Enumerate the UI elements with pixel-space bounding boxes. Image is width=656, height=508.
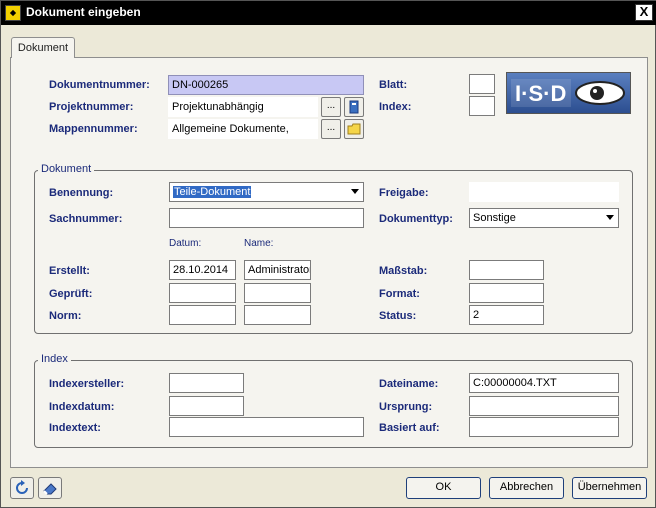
dokumenttyp-label: Dokumenttyp: — [379, 213, 453, 225]
dokumenttyp-dropdown[interactable]: Sonstige — [469, 208, 619, 228]
projektnummer-label: Projektnummer: — [49, 101, 134, 113]
dokumentnummer-label: Dokumentnummer: — [49, 79, 150, 91]
projekt-book-icon[interactable] — [344, 97, 364, 117]
geprueft-name-field[interactable] — [244, 283, 311, 303]
massstab-label: Maßstab: — [379, 265, 428, 277]
ursprung-field[interactable] — [469, 396, 619, 416]
status-field[interactable]: 2 — [469, 305, 544, 325]
basiert-auf-field[interactable] — [469, 417, 619, 437]
tab-dokument[interactable]: Dokument — [11, 37, 75, 58]
app-icon — [5, 5, 21, 21]
benennung-label: Benennung: — [49, 187, 114, 199]
chevron-down-icon[interactable] — [351, 189, 359, 194]
norm-datum-field[interactable] — [169, 305, 236, 325]
freigabe-label: Freigabe: — [379, 187, 429, 199]
indexdatum-label: Indexdatum: — [49, 401, 115, 413]
index-group-title: Index — [38, 353, 71, 365]
datum-header: Datum: — [169, 238, 202, 249]
ursprung-label: Ursprung: — [379, 401, 433, 413]
chevron-down-icon[interactable] — [606, 215, 614, 220]
index-label: Index: — [379, 101, 412, 113]
erstellt-datum-field[interactable]: 28.10.2014 — [169, 260, 236, 280]
mappennummer-label: Mappennummer: — [49, 123, 138, 135]
dokument-group-title: Dokument — [38, 163, 95, 175]
eraser-button[interactable] — [38, 477, 62, 499]
indextext-label: Indextext: — [49, 422, 101, 434]
mappennummer-field[interactable]: Allgemeine Dokumente, — [168, 119, 318, 139]
geprueft-label: Geprüft: — [49, 288, 93, 300]
window-title: Dokument eingeben — [26, 5, 141, 19]
format-label: Format: — [379, 288, 420, 300]
geprueft-datum-field[interactable] — [169, 283, 236, 303]
refresh-button[interactable] — [10, 477, 34, 499]
indexersteller-field[interactable] — [169, 373, 244, 393]
indextext-field[interactable] — [169, 417, 364, 437]
dialog-window: Dokument eingeben X Dokument Dokumentnum… — [0, 0, 656, 508]
norm-name-field[interactable] — [244, 305, 311, 325]
eraser-icon — [43, 483, 57, 495]
title-bar: Dokument eingeben X — [1, 1, 656, 25]
projektnummer-field[interactable]: Projektunabhängig — [168, 97, 318, 117]
refresh-icon — [16, 480, 28, 494]
dateiname-label: Dateiname: — [379, 378, 439, 390]
isd-logo: I·S·D — [506, 72, 631, 114]
massstab-field[interactable] — [469, 260, 544, 280]
logo-text: I·S·D — [515, 81, 566, 106]
dokumentnummer-field[interactable]: DN-000265 — [168, 75, 364, 95]
blatt-label: Blatt: — [379, 79, 408, 91]
erstellt-label: Erstellt: — [49, 265, 90, 277]
ok-button[interactable]: OK — [406, 477, 481, 499]
projektnummer-browse-button[interactable]: ... — [321, 97, 341, 117]
freigabe-field[interactable] — [469, 182, 619, 202]
norm-label: Norm: — [49, 310, 82, 322]
format-field[interactable] — [469, 283, 544, 303]
folder-icon[interactable] — [344, 119, 364, 139]
benennung-dropdown[interactable]: Teile-Dokument — [169, 182, 364, 202]
benennung-selected: Teile-Dokument — [173, 186, 252, 198]
status-label: Status: — [379, 310, 417, 322]
blatt-field[interactable] — [469, 74, 495, 94]
dokumenttyp-selected: Sonstige — [473, 212, 516, 224]
sachnummer-label: Sachnummer: — [49, 213, 123, 225]
sachnummer-field[interactable] — [169, 208, 364, 228]
indexdatum-field[interactable] — [169, 396, 244, 416]
close-button[interactable]: X — [635, 4, 653, 21]
uebernehmen-button[interactable]: Übernehmen — [572, 477, 647, 499]
basiert-auf-label: Basiert auf: — [379, 422, 440, 434]
index-field[interactable] — [469, 96, 495, 116]
dateiname-field[interactable]: C:00000004.TXT — [469, 373, 619, 393]
indexersteller-label: Indexersteller: — [49, 378, 125, 390]
mappennummer-browse-button[interactable]: ... — [321, 119, 341, 139]
abbrechen-button[interactable]: Abbrechen — [489, 477, 564, 499]
name-header: Name: — [244, 238, 274, 249]
erstellt-name-field[interactable]: Administrator — [244, 260, 311, 280]
